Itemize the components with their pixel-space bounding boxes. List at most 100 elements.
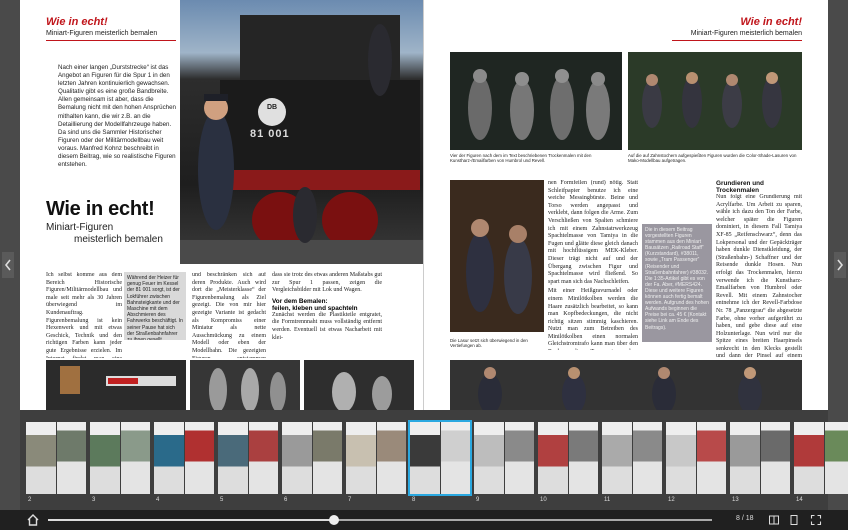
- thumbnail-left-half: [282, 422, 312, 494]
- section-tag-right: Wie in echt!: [740, 16, 802, 28]
- thumbnail-image: [666, 422, 726, 494]
- subheadline: Miniart-Figuren meisterlich bemalen: [46, 222, 196, 246]
- thumbnail-number: 13: [732, 497, 739, 503]
- thumbnail-right-half: [120, 422, 150, 494]
- thumbnail-page-3[interactable]: 3: [90, 422, 150, 503]
- body-right-col-1-para-b: Mit einer Heißgravurnadel oder einem Min…: [548, 288, 638, 350]
- info-box: Die in diesem Beitrag vorgestellten Figu…: [642, 224, 712, 342]
- thumbnail-left-half: [90, 422, 120, 494]
- headline: Wie in echt!: [46, 198, 155, 220]
- chevron-left-icon: [4, 259, 11, 271]
- thumbnail-left-half: [218, 422, 248, 494]
- photo-sidenote: Während der Heizer für genug Feuer im Ke…: [124, 272, 186, 340]
- prev-page-button[interactable]: [2, 252, 14, 278]
- locomotive-photo: DB 81 001: [180, 0, 423, 264]
- thumbnail-image: [154, 422, 214, 494]
- intro-text: Nach einer langen „Durststrecke“ ist das…: [58, 64, 176, 169]
- caption-toothpicks: Auf die auf Zahnstochern aufgespießten F…: [628, 153, 797, 164]
- body-column-3-para-a: dass sie trotz des etwas anderen Maßstab…: [272, 272, 382, 294]
- thumbnail-number: 10: [540, 497, 547, 503]
- header-rule: [46, 40, 176, 41]
- thumbnail-image: [602, 422, 662, 494]
- next-page-button[interactable]: [834, 252, 846, 278]
- thumbnail-right-half: [248, 422, 278, 494]
- left-page[interactable]: Wie in echt! Miniart-Figuren meisterlich…: [20, 0, 424, 410]
- double-page-icon[interactable]: [768, 514, 780, 526]
- thumbnail-number: 11: [604, 497, 611, 503]
- thumbnail-page-9[interactable]: 9: [474, 422, 534, 503]
- thumbnail-image: [218, 422, 278, 494]
- thumbnail-page-14[interactable]: 14: [794, 422, 848, 503]
- thumbnail-number: 14: [796, 497, 803, 503]
- loco-number-plate: 81 001: [250, 128, 290, 140]
- body-right-col-2-text: Nun folgt eine Grundierung mit Acrylfarb…: [716, 194, 802, 358]
- body-right-col-1: nen Formfeilen (rund) nötig. Statt Schle…: [548, 180, 638, 350]
- thumbnail-page-13[interactable]: 13: [730, 422, 790, 503]
- thumbnail-number: 4: [156, 497, 160, 503]
- single-page-icon[interactable]: [788, 514, 800, 526]
- thumbnail-page-7[interactable]: 7: [346, 422, 406, 503]
- db-badge: DB: [266, 104, 278, 111]
- thumbnail-number: 8: [412, 497, 416, 503]
- thumbnail-page-4[interactable]: 4: [154, 422, 214, 503]
- thumbnail-page-11[interactable]: 11: [602, 422, 662, 503]
- page-slider-handle[interactable]: [328, 515, 339, 525]
- thumbnail-right-half: [760, 422, 790, 494]
- four-figures-photo: [450, 52, 622, 150]
- page-slider-fill: [48, 519, 334, 521]
- thumbnail-number: 2: [28, 497, 32, 503]
- thumbnail-left-half: [538, 422, 568, 494]
- thumbnail-page-5[interactable]: 5: [218, 422, 278, 503]
- body-column-3: dass sie trotz des etwas anderen Maßstab…: [272, 272, 382, 342]
- thumbnail-left-half: [666, 422, 696, 494]
- figures-on-toothpicks-photo: [628, 52, 802, 150]
- col2-heading: Grundieren und Trockenmalen: [716, 180, 764, 194]
- thumbnail-left-half: [794, 422, 824, 494]
- thumbnail-number: 5: [220, 497, 224, 503]
- right-page[interactable]: Wie in echt! Miniart-Figuren meisterlich…: [424, 0, 828, 410]
- page-slider[interactable]: [48, 515, 712, 525]
- thumbnail-left-half: [26, 422, 56, 494]
- bottom-control-bar: 8 / 18: [0, 510, 848, 530]
- thumbnail-image: [730, 422, 790, 494]
- thumbnail-left-half: [730, 422, 760, 494]
- thumbnail-number: 7: [348, 497, 352, 503]
- thumbnail-number: 3: [92, 497, 96, 503]
- thumbnail-left-half: [474, 422, 504, 494]
- thumbnail-page-6[interactable]: 6: [282, 422, 342, 503]
- col3-heading-2: feilen, kleben und spachteln: [272, 304, 358, 312]
- thumbnail-left-half: [154, 422, 184, 494]
- figures-in-parts-photo: [190, 360, 300, 410]
- thumbnail-image: [474, 422, 534, 494]
- thumbnail-left-half: [410, 422, 440, 494]
- painted-figures-row-photo: [450, 360, 802, 410]
- page-counter: 8 / 18: [736, 515, 754, 522]
- thumbnail-number: 9: [476, 497, 480, 503]
- magazine-viewer: Wie in echt! Miniart-Figuren meisterlich…: [0, 0, 848, 530]
- thumbnail-right-half: [312, 422, 342, 494]
- thumbnail-right-half: [184, 422, 214, 494]
- thumbnail-right-half: [696, 422, 726, 494]
- thumbnail-page-2[interactable]: 2: [26, 422, 86, 503]
- thumbnail-right-half: [440, 422, 470, 494]
- thumbnail-page-8[interactable]: 8: [408, 420, 472, 503]
- thumbnail-page-10[interactable]: 10: [538, 422, 598, 503]
- chevron-right-icon: [837, 259, 844, 271]
- thumbnail-right-half: [568, 422, 598, 494]
- thumbnail-image: [90, 422, 150, 494]
- thumbnail-number: 6: [284, 497, 288, 503]
- thumbnail-number: 12: [668, 497, 675, 503]
- home-icon[interactable]: [26, 513, 40, 527]
- body-column-1: Ich selbst komme aus dem Bereich Histori…: [46, 272, 122, 358]
- body-column-3-para-b: Zunächst werden die Plastikteile entgrat…: [272, 311, 382, 341]
- body-right-col-2: Grundieren und Trockenmalen Nun folgt ei…: [716, 180, 802, 358]
- subheadline-line-2: meisterlich bemalen: [74, 234, 163, 245]
- thumbnail-image: [26, 422, 86, 494]
- thumbnail-right-half: [632, 422, 662, 494]
- fullscreen-icon[interactable]: [810, 514, 822, 526]
- subheadline-line-1: Miniart-Figuren: [46, 222, 114, 233]
- caption-four-figures: Vier der Figuren nach dem im Text beschr…: [450, 153, 592, 164]
- thumbnail-image: [346, 422, 406, 494]
- thumbnail-page-12[interactable]: 12: [666, 422, 726, 503]
- thumbnail-strip[interactable]: 2 3 4 5 6 7 8 9 10 11 12 13 14: [20, 410, 848, 510]
